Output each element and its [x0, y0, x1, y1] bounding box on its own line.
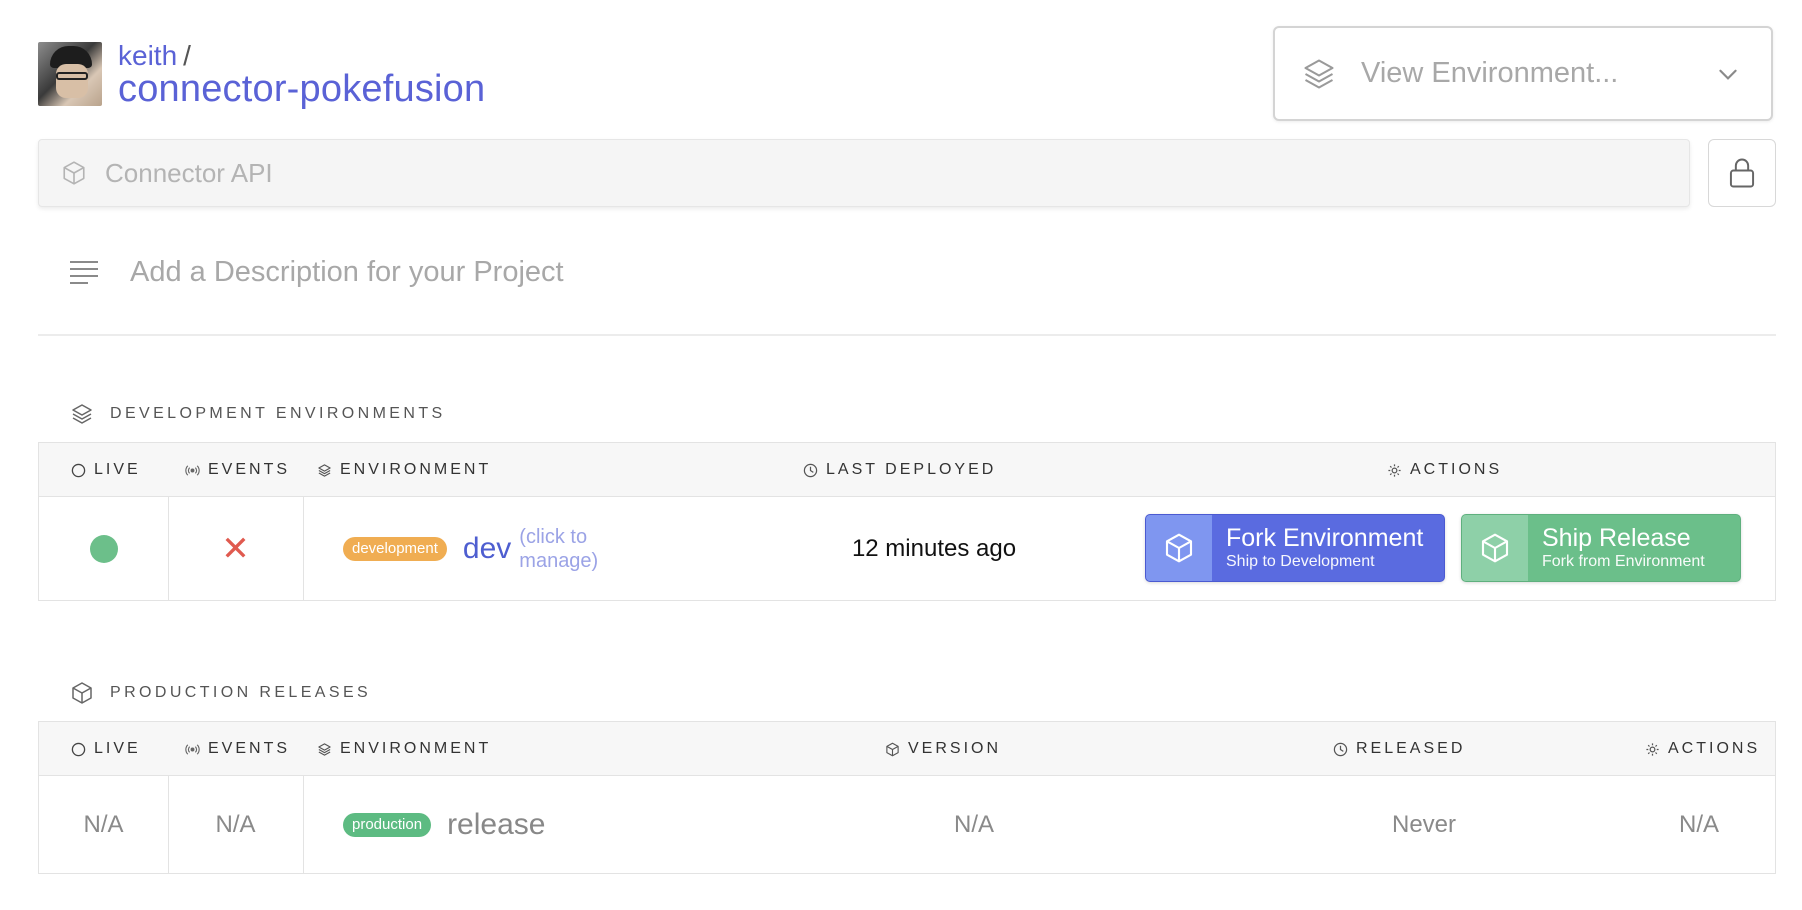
live-cell: [39, 497, 168, 600]
events-cell: N/A: [168, 776, 303, 873]
description-placeholder: Add a Description for your Project: [130, 255, 564, 288]
version-value: N/A: [953, 810, 994, 838]
col-events-label: EVENTS: [208, 461, 291, 478]
divider: [38, 334, 1776, 336]
project-title[interactable]: connector-pokefusion: [118, 68, 485, 111]
ship-release-subtitle: Fork from Environment: [1542, 553, 1705, 570]
layers-icon: [1301, 56, 1337, 92]
connector-api-placeholder: Connector API: [105, 157, 273, 188]
col-events-label: EVENTS: [208, 740, 291, 757]
dev-environments-table: LIVE EVENTS ENVIRONMENT LAST DEPLOYED AC…: [38, 442, 1776, 601]
version-cell: N/A: [839, 776, 1109, 873]
environment-name[interactable]: release: [447, 808, 545, 842]
col-events: EVENTS: [185, 443, 290, 497]
dev-section-label: DEVELOPMENT ENVIRONMENTS: [110, 405, 446, 422]
col-live: LIVE: [71, 443, 141, 497]
table-row[interactable]: ✕ development dev (click to manage) 12 m…: [39, 497, 1775, 600]
prod-section-title: PRODUCTION RELEASES: [70, 681, 371, 705]
lock-button[interactable]: [1708, 139, 1776, 207]
col-live: LIVE: [71, 722, 141, 776]
fork-environment-title: Fork Environment: [1226, 524, 1424, 552]
col-environment-label: ENVIRONMENT: [340, 740, 492, 757]
environment-cell[interactable]: production release: [303, 776, 723, 873]
table-header: LIVE EVENTS ENVIRONMENT VERSION RELEASED…: [39, 722, 1775, 776]
col-live-label: LIVE: [94, 461, 141, 478]
col-last-deployed: LAST DEPLOYED: [803, 443, 996, 497]
col-version: VERSION: [885, 722, 1001, 776]
chevron-down-icon: [1715, 61, 1741, 87]
owner-name[interactable]: keith: [118, 40, 177, 71]
col-released: RELEASED: [1333, 722, 1465, 776]
live-status-dot: [89, 534, 118, 563]
cube-icon: [70, 681, 94, 705]
path-separator: /: [183, 40, 191, 71]
cube-icon: [885, 742, 900, 757]
released-value: Never: [1391, 810, 1457, 838]
dev-section-title: DEVELOPMENT ENVIRONMENTS: [70, 402, 446, 426]
table-header: LIVE EVENTS ENVIRONMENT LAST DEPLOYED AC…: [39, 443, 1775, 497]
lock-icon: [1727, 157, 1757, 189]
ship-release-button[interactable]: Ship Release Fork from Environment: [1461, 514, 1741, 582]
table-row[interactable]: N/A N/A production release N/A Never N/A: [39, 776, 1775, 873]
development-badge: development: [343, 536, 447, 561]
environment-name[interactable]: dev: [463, 532, 511, 566]
col-last-deployed-label: LAST DEPLOYED: [826, 461, 997, 478]
clock-icon: [803, 463, 818, 478]
col-events: EVENTS: [185, 722, 290, 776]
cube-icon: [1462, 515, 1528, 581]
col-actions: ACTIONS: [1387, 443, 1502, 497]
live-cell: N/A: [39, 776, 168, 873]
col-environment-label: ENVIRONMENT: [340, 461, 492, 478]
released-cell: Never: [1289, 776, 1559, 873]
layers-icon: [317, 742, 332, 757]
manage-hint[interactable]: (click to manage): [519, 525, 609, 573]
text-lines-icon: [68, 258, 100, 286]
layers-icon: [317, 463, 332, 478]
circle-icon: [71, 463, 86, 478]
events-cell: ✕: [168, 497, 303, 600]
actions-value: N/A: [1678, 810, 1719, 838]
cube-icon: [61, 160, 87, 186]
last-deployed-value: 12 minutes ago: [851, 534, 1017, 562]
view-environment-select[interactable]: View Environment...: [1273, 26, 1773, 121]
live-value: N/A: [83, 810, 124, 838]
broadcast-icon: [185, 463, 200, 478]
gear-icon: [1645, 742, 1660, 757]
fork-environment-subtitle: Ship to Development: [1226, 553, 1375, 570]
clock-icon: [1333, 742, 1348, 757]
col-released-label: RELEASED: [1356, 740, 1466, 757]
circle-icon: [71, 742, 86, 757]
col-live-label: LIVE: [94, 740, 141, 757]
gear-icon: [1387, 463, 1402, 478]
view-environment-placeholder: View Environment...: [1361, 57, 1619, 89]
events-value: N/A: [215, 810, 256, 838]
col-actions-label: ACTIONS: [1668, 740, 1761, 757]
col-actions-label: ACTIONS: [1410, 461, 1503, 478]
avatar[interactable]: [38, 42, 102, 106]
close-icon: ✕: [221, 529, 250, 568]
cube-icon: [1146, 515, 1212, 581]
production-releases-table: LIVE EVENTS ENVIRONMENT VERSION RELEASED…: [38, 721, 1776, 874]
production-badge: production: [343, 812, 432, 837]
environment-cell[interactable]: development dev (click to manage): [303, 497, 723, 600]
fork-environment-button[interactable]: Fork Environment Ship to Development: [1145, 514, 1445, 582]
ship-release-title: Ship Release: [1542, 524, 1691, 552]
layers-icon: [70, 402, 94, 426]
last-deployed-cell: 12 minutes ago: [749, 497, 1119, 600]
connector-api-input[interactable]: Connector API: [38, 139, 1690, 207]
col-version-label: VERSION: [908, 740, 1002, 757]
actions-cell: N/A: [1619, 776, 1779, 873]
col-actions: ACTIONS: [1645, 722, 1760, 776]
col-environment: ENVIRONMENT: [317, 443, 491, 497]
description-input[interactable]: Add a Description for your Project: [68, 250, 564, 294]
prod-section-label: PRODUCTION RELEASES: [110, 684, 372, 701]
col-environment: ENVIRONMENT: [317, 722, 491, 776]
broadcast-icon: [185, 742, 200, 757]
